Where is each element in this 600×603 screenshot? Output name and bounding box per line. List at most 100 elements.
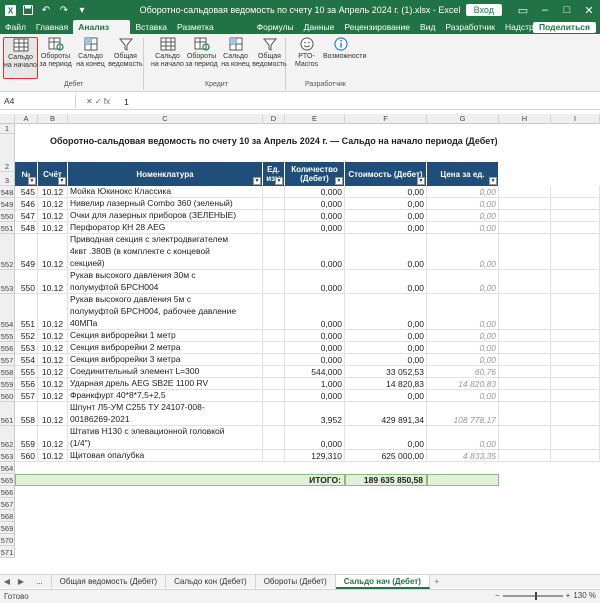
- cell-n[interactable]: 557: [15, 390, 38, 402]
- row-header[interactable]: 557: [0, 354, 15, 366]
- cell-empty[interactable]: [499, 450, 551, 462]
- row-header[interactable]: 2: [0, 134, 15, 172]
- cell-nomenclature[interactable]: Секция виброрейки 3 метра: [68, 354, 263, 366]
- cell-kol[interactable]: 3,952: [285, 402, 345, 426]
- prev-sheet-icon[interactable]: ◀: [0, 577, 14, 586]
- filter-dropdown-icon[interactable]: ▼: [253, 177, 261, 185]
- close-icon[interactable]: ✕: [578, 4, 600, 17]
- cell-empty[interactable]: [263, 234, 285, 270]
- row-header[interactable]: 569: [0, 522, 15, 534]
- cell-p[interactable]: 0,00: [427, 390, 499, 402]
- sheet-tab[interactable]: Сальдо кон (Дебет): [166, 574, 256, 589]
- cell-empty[interactable]: [263, 390, 285, 402]
- row-header[interactable]: 558: [0, 366, 15, 378]
- cell-kol[interactable]: 129,310: [285, 450, 345, 462]
- row-header[interactable]: 551: [0, 222, 15, 234]
- column-header[interactable]: H: [499, 114, 551, 124]
- cell-st[interactable]: 0,00: [345, 342, 427, 354]
- cell-empty[interactable]: [263, 354, 285, 366]
- formula-input[interactable]: 1: [120, 97, 129, 107]
- cell-st[interactable]: 625 000,00: [345, 450, 427, 462]
- cell-empty[interactable]: [551, 378, 600, 390]
- cell-n[interactable]: 548: [15, 222, 38, 234]
- cell-p[interactable]: 0,00: [427, 354, 499, 366]
- cell-empty[interactable]: [551, 450, 600, 462]
- cell-empty[interactable]: [263, 378, 285, 390]
- cell-empty[interactable]: [551, 426, 600, 450]
- column-header[interactable]: D: [263, 114, 285, 124]
- column-header[interactable]: C: [68, 114, 263, 124]
- add-sheet-icon[interactable]: +: [430, 575, 444, 589]
- cell-s[interactable]: 10.12: [38, 198, 68, 210]
- cell-kol[interactable]: 0,000: [285, 210, 345, 222]
- cell-p[interactable]: 0,00: [427, 294, 499, 330]
- cell-n[interactable]: 558: [15, 402, 38, 426]
- cell-empty[interactable]: [551, 210, 600, 222]
- cell-s[interactable]: 10.12: [38, 222, 68, 234]
- cell-empty[interactable]: [551, 198, 600, 210]
- cell-p[interactable]: 0,00: [427, 426, 499, 450]
- row-header[interactable]: 1: [0, 124, 15, 134]
- zoom-level[interactable]: 130 %: [573, 591, 596, 600]
- filter-dropdown-icon[interactable]: ▼: [335, 177, 343, 185]
- cell-nomenclature[interactable]: Щитовая опалубка: [68, 450, 263, 462]
- cell-st[interactable]: 0,00: [345, 354, 427, 366]
- row-header[interactable]: 561: [0, 402, 15, 426]
- cell-nomenclature[interactable]: Очки для лазерных приборов (ЗЕЛЕНЫЕ): [68, 210, 263, 222]
- cell-n[interactable]: 559: [15, 426, 38, 450]
- row-header[interactable]: 559: [0, 378, 15, 390]
- sheet-tab-more[interactable]: ...: [28, 574, 52, 589]
- cell-s[interactable]: 10.12: [38, 330, 68, 342]
- cell-n[interactable]: 551: [15, 294, 38, 330]
- dev_buttons-button-0[interactable]: PTO- Macros: [289, 37, 324, 79]
- cell-nomenclature[interactable]: Перфоратор КН 28 AEG: [68, 222, 263, 234]
- debet_buttons-button-1[interactable]: Обороты за период: [38, 37, 73, 79]
- cell-nomenclature[interactable]: Рукав высокого давления 5м с полумуфтой Б…: [68, 294, 263, 330]
- cell-st[interactable]: 14 820,83: [345, 378, 427, 390]
- kredit_buttons-button-3[interactable]: Общая ведомость: [252, 37, 287, 79]
- cell-s[interactable]: 10.12: [38, 234, 68, 270]
- cell-empty[interactable]: [263, 402, 285, 426]
- column-header[interactable]: I: [551, 114, 600, 124]
- row-header[interactable]: 3: [0, 172, 15, 186]
- select-all-corner[interactable]: [0, 114, 15, 124]
- menu-tab[interactable]: Данные: [299, 20, 340, 34]
- cell-kol[interactable]: 0,000: [285, 342, 345, 354]
- row-header[interactable]: 549: [0, 198, 15, 210]
- cell-s[interactable]: 10.12: [38, 342, 68, 354]
- row-header[interactable]: 553: [0, 270, 15, 294]
- cell-kol[interactable]: 0,000: [285, 354, 345, 366]
- cell-kol[interactable]: 0,000: [285, 426, 345, 450]
- filter-dropdown-icon[interactable]: ▼: [417, 177, 425, 185]
- cell-n[interactable]: 560: [15, 450, 38, 462]
- cell-n[interactable]: 546: [15, 198, 38, 210]
- cell-s[interactable]: 10.12: [38, 402, 68, 426]
- cell-empty[interactable]: [551, 354, 600, 366]
- cell-p[interactable]: 4 833,35: [427, 450, 499, 462]
- cell-empty[interactable]: [263, 450, 285, 462]
- cell-p[interactable]: 0,00: [427, 234, 499, 270]
- cell-s[interactable]: 10.12: [38, 450, 68, 462]
- column-header[interactable]: F: [345, 114, 427, 124]
- ribbon-display-options-icon[interactable]: ▭: [512, 4, 534, 17]
- cell-empty[interactable]: [263, 426, 285, 450]
- menu-tab[interactable]: Рецензирование: [339, 20, 415, 34]
- cell-nomenclature[interactable]: Мойка Юкинокс Классика: [68, 186, 263, 198]
- cell-empty[interactable]: [551, 402, 600, 426]
- sign-in-button[interactable]: Вход: [465, 4, 502, 16]
- cell-n[interactable]: 555: [15, 366, 38, 378]
- cell-empty[interactable]: [499, 234, 551, 270]
- sheet-tab[interactable]: Общая ведомость (Дебет): [52, 574, 167, 589]
- name-box[interactable]: A4: [0, 95, 76, 108]
- cell-n[interactable]: 554: [15, 354, 38, 366]
- cell-kol[interactable]: 0,000: [285, 390, 345, 402]
- cell-empty[interactable]: [263, 198, 285, 210]
- maximize-icon[interactable]: □: [556, 4, 578, 16]
- cell-nomenclature[interactable]: Секция виброрейки 1 метр: [68, 330, 263, 342]
- cell-st[interactable]: 429 891,34: [345, 402, 427, 426]
- next-sheet-icon[interactable]: ▶: [14, 577, 28, 586]
- menu-tab[interactable]: Вид: [415, 20, 440, 34]
- cell-kol[interactable]: 544,000: [285, 366, 345, 378]
- cell-nomenclature[interactable]: Нивелир лазерный Combo 360 (зеленый): [68, 198, 263, 210]
- row-header[interactable]: 566: [0, 486, 15, 498]
